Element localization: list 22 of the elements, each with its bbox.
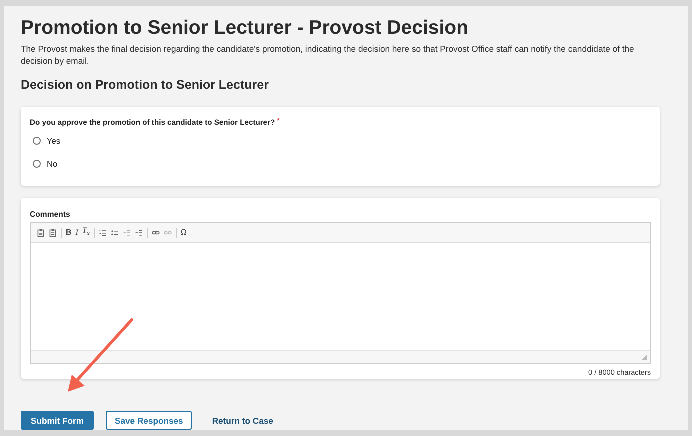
return-link[interactable]: Return to Case (204, 411, 282, 430)
page-description: The Provost makes the final decision regarding the candidate's promotion, indicating the decision here so that Provost Office staff can notify the canddidate of the decision by email. (21, 43, 636, 67)
section-title: Decision on Promotion to Senior Lecturer (21, 78, 270, 92)
indent-icon[interactable] (134, 228, 143, 236)
clear-format-button[interactable]: T$_{x}$ (82, 226, 90, 240)
radio-label[interactable]: No (47, 159, 58, 169)
resize-grip-icon[interactable] (642, 354, 647, 360)
rich-text-editor[interactable]: B I T$_{x}$ Ω (30, 222, 651, 364)
page-title: Promotion to Senior Lecturer - Provost Decision (21, 16, 470, 40)
radio-button[interactable] (33, 160, 41, 168)
bullet-list-icon[interactable] (110, 228, 119, 236)
save-button[interactable]: Save Responses (106, 411, 192, 430)
link-icon[interactable] (152, 228, 160, 236)
radio-button[interactable] (33, 137, 41, 145)
numbered-list-icon[interactable] (98, 228, 107, 236)
submit-button[interactable]: Submit Form (21, 411, 94, 430)
paste-icon[interactable] (37, 228, 45, 236)
paste-text-icon[interactable] (49, 228, 57, 236)
special-character-button[interactable]: Ω (180, 228, 187, 238)
bold-button[interactable]: B (66, 228, 72, 238)
radio-label[interactable]: Yes (47, 136, 61, 146)
italic-button[interactable]: I (76, 228, 78, 238)
